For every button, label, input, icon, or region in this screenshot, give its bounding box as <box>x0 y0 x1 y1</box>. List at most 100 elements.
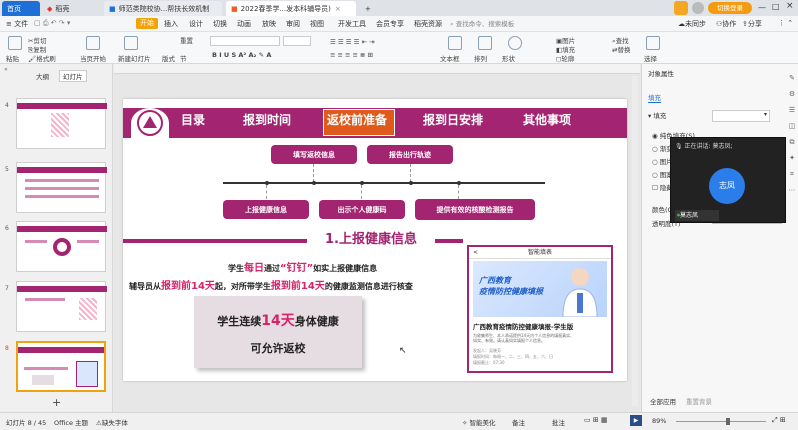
comment-button[interactable]: 批注 <box>552 417 565 427</box>
menu-design[interactable]: 设计 <box>189 19 203 29</box>
textbox-icon[interactable] <box>448 36 462 50</box>
shape-icon[interactable] <box>508 36 522 50</box>
flow-step-report-health-label: 上报健康信息 <box>245 205 287 214</box>
file-menu[interactable]: ≡ 文件 <box>6 19 28 29</box>
phone-screenshot: < 智能填表 广西教育 疫情防控健康填报 广西教育疫情防控健康填报-学生版 为收集… <box>467 245 613 373</box>
paste-button[interactable]: 粘贴 <box>6 53 19 63</box>
outline-button[interactable]: ◻轮廓 <box>556 53 574 63</box>
box-a: 学生连续 <box>217 315 262 328</box>
flow-step-fill-info-label: 填写返校信息 <box>293 150 335 159</box>
slide[interactable]: 目录 报到时间 返校前准备 报到日安排 其他事项 填写返校信息 报告出行轨迹 上… <box>123 99 627 381</box>
zoom-slider[interactable] <box>676 421 766 422</box>
align-icons[interactable]: ≡ ≡ ≡ ≡ ≣ ⊞ <box>330 51 373 59</box>
font-size-select[interactable] <box>283 36 311 46</box>
tab-doc2[interactable]: ■ 2022春季学...发本科辅导员) × <box>226 1 356 16</box>
menu-transition[interactable]: 切换 <box>213 19 227 29</box>
replace-button[interactable]: ⇄替换 <box>612 44 630 54</box>
minimize-icon[interactable]: — <box>758 3 766 12</box>
tab-home[interactable]: 首页 <box>2 1 40 16</box>
phone-title: 广西教育疫情防控健康填报-学生版 <box>473 323 574 331</box>
more-icon[interactable]: ⋮ ⌃ <box>778 19 793 27</box>
menu-view[interactable]: 视图 <box>310 19 324 29</box>
zoom-level: 89% <box>652 417 667 425</box>
slide-thumbnail[interactable] <box>16 98 107 149</box>
meeting-window[interactable]: 🎙 正在讲话: 莫志凤; 志凤 ⏺莫志凤 <box>670 137 786 223</box>
smart-beautify-button[interactable]: ✧ 智能美化 <box>462 417 496 427</box>
login-button[interactable]: 切换登录 <box>708 2 752 14</box>
textbox-button[interactable]: 文本框 <box>440 53 460 63</box>
replace-label: 替换 <box>617 46 631 54</box>
menu-slideshow[interactable]: 放映 <box>262 19 276 29</box>
play-icon[interactable] <box>86 36 100 50</box>
panel-collapse-icon[interactable]: « <box>4 66 8 73</box>
flow-step-fill-info: 填写返校信息 <box>271 145 357 164</box>
tab-docer[interactable]: ◆ 稻壳 <box>42 1 100 16</box>
reset-button[interactable]: 重置 <box>180 35 193 45</box>
command-search[interactable]: ⌕ 查找命令、搜索模板 <box>450 18 550 30</box>
tab-fill[interactable]: 填充 <box>648 92 661 103</box>
notes-button[interactable]: 备注 <box>512 417 525 427</box>
section-button[interactable]: 节 <box>180 53 187 63</box>
menu-animation[interactable]: 动画 <box>237 19 251 29</box>
view-mode-icons[interactable]: ▭ ⊞ ▦ <box>584 416 608 424</box>
menu-bar: ≡ 文件 ▢ ⎙ ↶ ↷ ▾ 开始 插入 设计 切换 动画 放映 审阅 视图 开… <box>0 16 798 32</box>
slide-thumbnail-active[interactable] <box>16 341 106 392</box>
select-button[interactable]: 选择 <box>644 53 657 63</box>
collab-button[interactable]: ⚇协作 <box>716 19 736 29</box>
line2-c: 起，对所带学生 <box>214 282 271 291</box>
menu-start[interactable]: 开始 <box>136 18 158 29</box>
section-title-text: 1.上报健康信息 <box>325 232 417 247</box>
arrange-icon[interactable] <box>478 36 492 50</box>
reset-background-button[interactable]: 重置背景 <box>686 396 712 406</box>
slide-thumbnail[interactable] <box>16 221 107 272</box>
menu-review[interactable]: 审阅 <box>286 19 300 29</box>
connector <box>410 164 411 182</box>
apply-all-button[interactable]: 全部应用 <box>650 396 676 406</box>
tab-doc1-label: 师范类院校协...帮扶长效机制 <box>118 4 210 13</box>
select-icon[interactable] <box>646 36 660 50</box>
new-slide-icon[interactable] <box>124 36 138 50</box>
menu-developer[interactable]: 开发工具 <box>338 19 366 29</box>
maximize-icon[interactable]: □ <box>772 2 780 11</box>
grid-icon[interactable] <box>674 1 688 15</box>
window-close-icon[interactable]: × <box>786 1 794 11</box>
sync-status[interactable]: ☁未同步 <box>678 19 706 29</box>
close-icon[interactable]: × <box>335 5 341 13</box>
shape-button[interactable]: 形状 <box>502 53 515 63</box>
timeline-dot <box>312 181 316 185</box>
paragraph-icons[interactable]: ☰ ☰ ☰ ☰ ⇤ ⇥ <box>330 38 375 46</box>
play-slideshow-icon[interactable]: ▶ <box>630 415 642 426</box>
arrange-button[interactable]: 排列 <box>474 53 487 63</box>
fit-window-icon[interactable]: ⤢ ⊞ <box>772 416 786 425</box>
doctor-illustration <box>562 268 598 317</box>
new-slide-button[interactable]: 新建幻灯片 <box>118 53 151 63</box>
zoom-slider-handle[interactable] <box>726 418 730 425</box>
text-format-icons[interactable]: B I U S A² A₂ ✎ A <box>212 51 271 59</box>
background-select[interactable]: ▾ <box>712 110 770 122</box>
from-current-button[interactable]: 当页开始 <box>80 53 106 63</box>
slide-panel: « 大纲 幻灯片 4 5 6 7 8 + <box>0 64 113 412</box>
format-painter-button[interactable]: 🖌格式刷 <box>28 53 56 63</box>
missing-font-button[interactable]: ⚠缺失字体 <box>96 417 128 427</box>
slide-thumbnail[interactable] <box>16 281 107 332</box>
side-tool-strip[interactable]: ✎ ⚙ ☰ ◫ ⧉ ✦ ⌗ ⋯ <box>786 70 798 220</box>
paste-icon[interactable] <box>8 36 22 50</box>
menu-docer-resources[interactable]: 稻壳资源 <box>414 19 442 29</box>
slide-thumbnail[interactable] <box>16 162 107 213</box>
share-button[interactable]: ⇪分享 <box>742 19 762 29</box>
tab-doc1[interactable]: ■ 师范类院校协...帮扶长效机制 <box>104 1 222 16</box>
line1-c: 通过 <box>264 264 280 273</box>
menu-insert[interactable]: 插入 <box>164 19 178 29</box>
font-family-select[interactable] <box>210 36 280 46</box>
collab-label: 协作 <box>722 20 737 28</box>
layout-button[interactable]: 版式 <box>162 53 175 63</box>
phone-meta-3: 填报截止：07:30 <box>473 360 505 365</box>
quick-access-icons[interactable]: ▢ ⎙ ↶ ↷ ▾ <box>34 19 70 28</box>
avatar[interactable] <box>692 2 704 14</box>
tab-slides[interactable]: 幻灯片 <box>59 70 87 82</box>
new-tab-button[interactable]: + <box>360 1 374 16</box>
tab-outline[interactable]: 大纲 <box>36 71 49 81</box>
menu-member[interactable]: 会员专享 <box>376 19 404 29</box>
vertical-scrollbar[interactable] <box>632 76 638 406</box>
add-slide-button[interactable]: + <box>52 396 61 409</box>
